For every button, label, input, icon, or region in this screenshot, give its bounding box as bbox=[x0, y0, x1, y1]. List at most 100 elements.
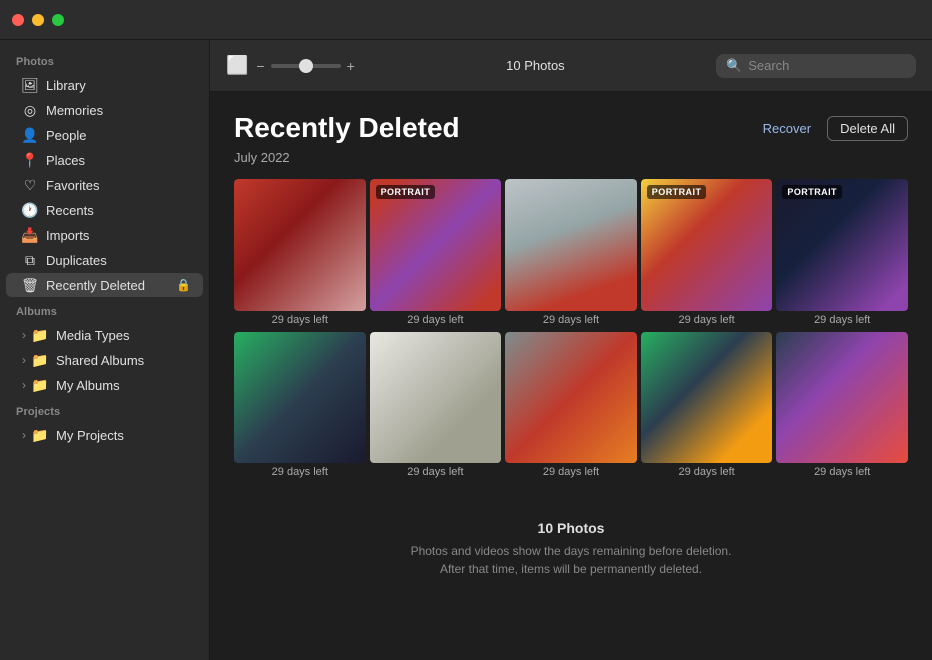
section-date: July 2022 bbox=[234, 150, 908, 165]
my-albums-icon: 📁 bbox=[32, 377, 48, 393]
portrait-badge: PORTRAIT bbox=[782, 185, 842, 199]
photo-caption-10: 29 days left bbox=[776, 466, 908, 480]
portrait-badge: PORTRAIT bbox=[376, 185, 436, 199]
duplicates-label: Duplicates bbox=[46, 253, 107, 268]
memories-icon: ◎ bbox=[22, 102, 38, 118]
photo-item[interactable]: PORTRAIT29 days left bbox=[370, 179, 502, 328]
photo-thumb-3 bbox=[505, 179, 637, 311]
photo-item[interactable]: 29 days left bbox=[505, 179, 637, 328]
memories-label: Memories bbox=[46, 103, 103, 118]
photo-item[interactable]: 29 days left bbox=[505, 332, 637, 481]
toolbar: ⬜ − + 10 Photos 🔍 bbox=[210, 40, 932, 92]
photo-thumb-9 bbox=[641, 332, 773, 464]
photo-item[interactable]: PORTRAIT29 days left bbox=[641, 179, 773, 328]
titlebar bbox=[0, 0, 932, 40]
slideshow-icon[interactable]: ⬜ bbox=[226, 55, 248, 76]
photo-item[interactable]: 29 days left bbox=[641, 332, 773, 481]
minimize-button[interactable] bbox=[32, 14, 44, 26]
sidebar-item-my-albums[interactable]: 📁 My Albums bbox=[6, 373, 203, 397]
photo-thumb-1 bbox=[234, 179, 366, 311]
delete-all-button[interactable]: Delete All bbox=[827, 116, 908, 141]
places-icon: 📍 bbox=[22, 152, 38, 168]
photo-caption-8: 29 days left bbox=[505, 466, 637, 480]
photo-thumb-7 bbox=[370, 332, 502, 464]
sidebar-item-shared-albums[interactable]: 📁 Shared Albums bbox=[6, 348, 203, 372]
my-albums-label: My Albums bbox=[56, 378, 120, 393]
footer-count: 10 Photos bbox=[234, 520, 908, 536]
photo-caption-9: 29 days left bbox=[641, 466, 773, 480]
my-projects-icon: 📁 bbox=[32, 427, 48, 443]
maximize-button[interactable] bbox=[52, 14, 64, 26]
photo-caption-7: 29 days left bbox=[370, 466, 502, 480]
sidebar-item-duplicates[interactable]: ⧉ Duplicates bbox=[6, 248, 203, 272]
shared-albums-label: Shared Albums bbox=[56, 353, 144, 368]
photo-thumb-2: PORTRAIT bbox=[370, 179, 502, 311]
page-header: Recently Deleted Recover Delete All bbox=[234, 112, 908, 144]
sidebar-item-favorites[interactable]: ♡ Favorites bbox=[6, 173, 203, 197]
sidebar-item-recently-deleted[interactable]: 🗑 Recently Deleted 🔒 bbox=[6, 273, 203, 297]
close-button[interactable] bbox=[12, 14, 24, 26]
photo-caption-1: 29 days left bbox=[234, 314, 366, 328]
favorites-label: Favorites bbox=[46, 178, 99, 193]
sidebar-item-media-types[interactable]: 📁 Media Types bbox=[6, 323, 203, 347]
sidebar-item-places[interactable]: 📍 Places bbox=[6, 148, 203, 172]
header-actions: Recover Delete All bbox=[755, 116, 908, 141]
people-icon: 👤 bbox=[22, 127, 38, 143]
photo-thumb-10 bbox=[776, 332, 908, 464]
search-bar[interactable]: 🔍 bbox=[716, 54, 916, 78]
photo-item[interactable]: PORTRAIT 29 days left bbox=[776, 179, 908, 328]
photo-thumb-4: PORTRAIT bbox=[641, 179, 773, 311]
content-area: Recently Deleted Recover Delete All July… bbox=[210, 92, 932, 660]
library-icon: 🖼 bbox=[22, 77, 38, 93]
photo-item[interactable]: 29 days left bbox=[370, 332, 502, 481]
places-label: Places bbox=[46, 153, 85, 168]
toolbar-photo-count: 10 Photos bbox=[367, 58, 704, 73]
shared-albums-icon: 📁 bbox=[32, 352, 48, 368]
lock-icon: 🔒 bbox=[176, 278, 191, 292]
photo-item[interactable]: 29 days left bbox=[234, 179, 366, 328]
portrait-badge: PORTRAIT bbox=[647, 185, 707, 199]
photo-thumb-5: PORTRAIT bbox=[776, 179, 908, 311]
footer-desc-line2: After that time, items will be permanent… bbox=[440, 562, 702, 576]
zoom-slider[interactable] bbox=[271, 64, 341, 68]
favorites-icon: ♡ bbox=[22, 177, 38, 193]
sidebar-item-library[interactable]: 🖼Library bbox=[6, 73, 203, 97]
duplicates-icon: ⧉ bbox=[22, 252, 38, 268]
photo-item[interactable]: 29 days left bbox=[776, 332, 908, 481]
toolbar-left: ⬜ − + bbox=[226, 55, 355, 76]
photo-item[interactable]: 29 days left bbox=[234, 332, 366, 481]
sidebar-section-photos: Photos bbox=[0, 48, 209, 72]
sidebar-item-recents[interactable]: 🕐 Recents bbox=[6, 198, 203, 222]
zoom-out-button[interactable]: − bbox=[256, 58, 264, 74]
people-label: People bbox=[46, 128, 86, 143]
imports-label: Imports bbox=[46, 228, 89, 243]
recently-deleted-icon: 🗑 bbox=[22, 277, 38, 293]
media-types-icon: 📁 bbox=[32, 327, 48, 343]
zoom-slider-container: − + bbox=[256, 58, 354, 74]
photo-thumb-6 bbox=[234, 332, 366, 464]
photo-thumb-8 bbox=[505, 332, 637, 464]
photo-caption-5: 29 days left bbox=[776, 314, 908, 328]
recents-label: Recents bbox=[46, 203, 94, 218]
app-container: Photos🖼Library ◎ Memories 👤 People 📍 Places ♡ Fa… bbox=[0, 40, 932, 660]
search-input[interactable] bbox=[748, 58, 906, 73]
recently-deleted-label: Recently Deleted bbox=[46, 278, 145, 293]
recover-button[interactable]: Recover bbox=[755, 117, 819, 140]
imports-icon: 📥 bbox=[22, 227, 38, 243]
recents-icon: 🕐 bbox=[22, 202, 38, 218]
content-footer: 10 Photos Photos and videos show the day… bbox=[234, 500, 908, 608]
my-projects-label: My Projects bbox=[56, 428, 124, 443]
zoom-in-button[interactable]: + bbox=[347, 58, 355, 74]
photo-caption-3: 29 days left bbox=[505, 314, 637, 328]
media-types-label: Media Types bbox=[56, 328, 129, 343]
sidebar-item-memories[interactable]: ◎ Memories bbox=[6, 98, 203, 122]
footer-desc-line1: Photos and videos show the days remainin… bbox=[411, 544, 732, 558]
photo-caption-6: 29 days left bbox=[234, 466, 366, 480]
sidebar-item-imports[interactable]: 📥 Imports bbox=[6, 223, 203, 247]
sidebar: Photos🖼Library ◎ Memories 👤 People 📍 Places ♡ Fa… bbox=[0, 40, 210, 660]
sidebar-item-my-projects[interactable]: 📁 My Projects bbox=[6, 423, 203, 447]
zoom-slider-thumb[interactable] bbox=[299, 59, 313, 73]
sidebar-item-people[interactable]: 👤 People bbox=[6, 123, 203, 147]
sidebar-section-albums: Albums bbox=[0, 298, 209, 322]
footer-description: Photos and videos show the days remainin… bbox=[234, 542, 908, 578]
